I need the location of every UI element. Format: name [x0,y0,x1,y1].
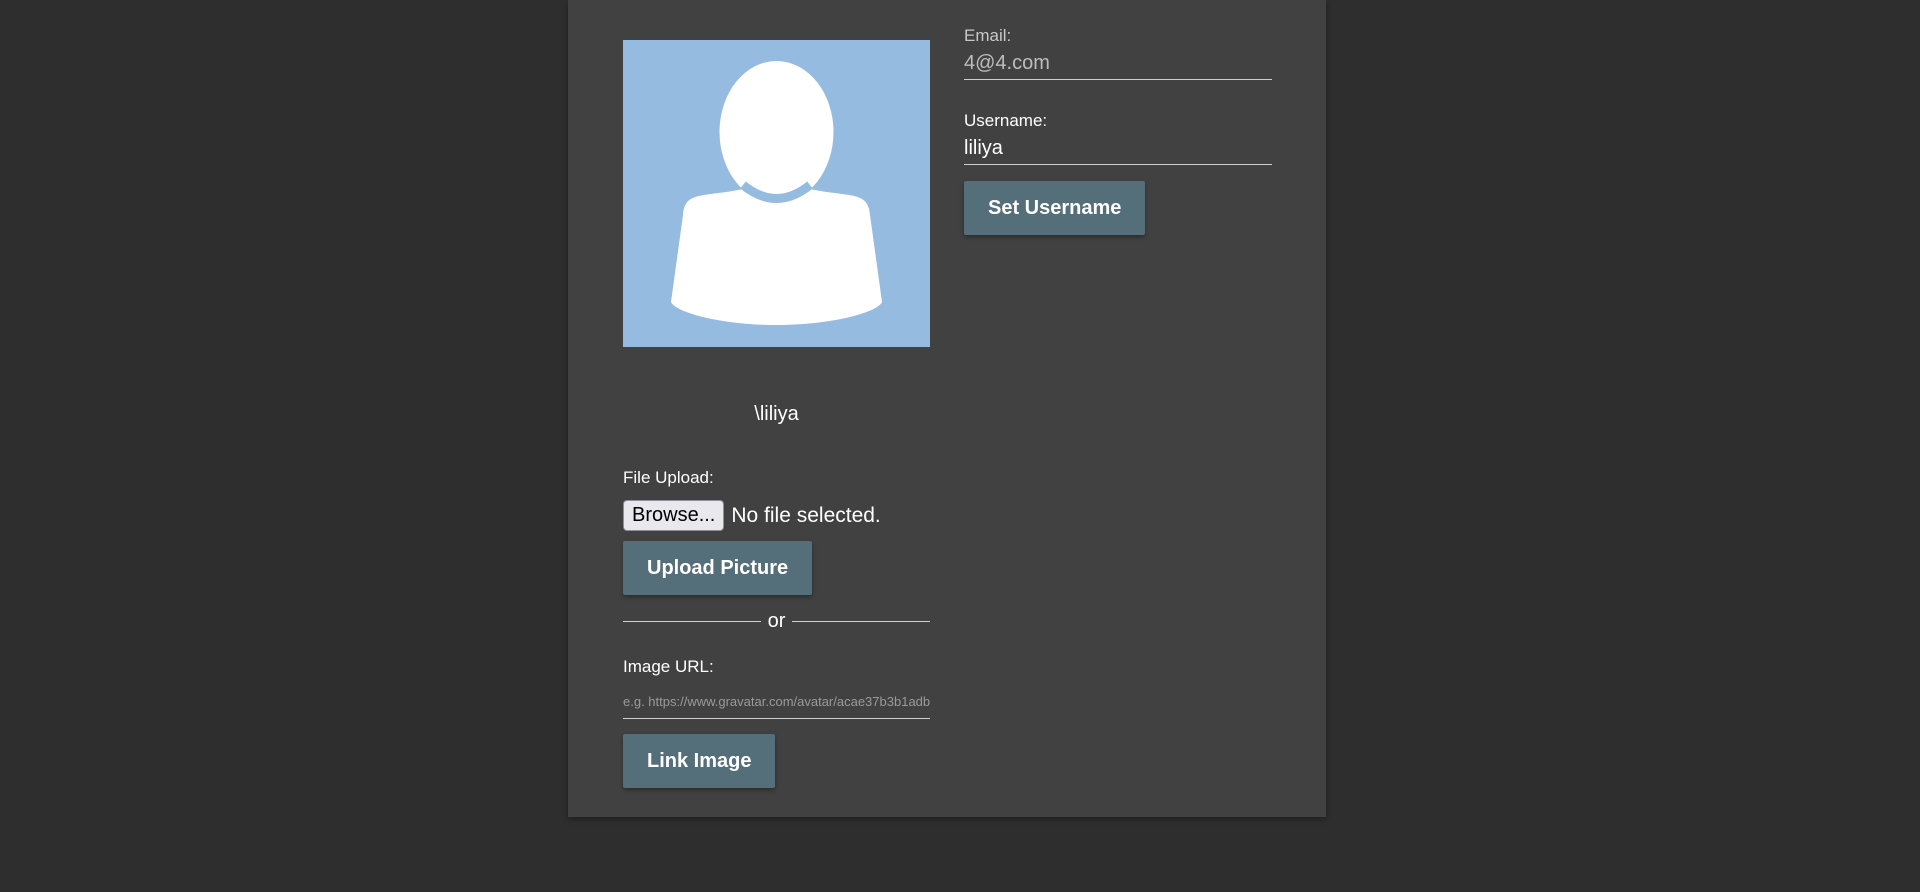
username-label: Username: [964,111,1048,130]
image-url-input[interactable] [623,685,930,719]
or-divider: or [623,609,931,633]
divider-or-text: or [767,610,786,632]
account-column: Email: Username: Set Username [964,24,1272,235]
profile-display-name: \liliya [754,403,799,425]
email-field[interactable] [964,48,1272,80]
username-field[interactable] [964,133,1272,165]
avatar-column: \liliya File Upload: Browse... No file s… [623,40,931,788]
browse-button[interactable]: Browse... [623,499,725,531]
profile-panel: \liliya File Upload: Browse... No file s… [568,0,1326,817]
set-username-button[interactable]: Set Username [964,181,1146,235]
file-upload-label: File Upload: [623,468,714,487]
divider-line-right [792,620,931,622]
file-picker: Browse... No file selected. [623,499,930,531]
file-status-text: No file selected. [731,503,881,527]
image-url-label: Image URL: [623,657,714,676]
avatar [623,40,930,347]
upload-picture-button[interactable]: Upload Picture [623,541,813,595]
default-user-silhouette-icon [623,40,930,347]
email-label: Email: [964,26,1012,45]
divider-line-left [623,620,761,622]
link-image-button[interactable]: Link Image [623,734,776,788]
